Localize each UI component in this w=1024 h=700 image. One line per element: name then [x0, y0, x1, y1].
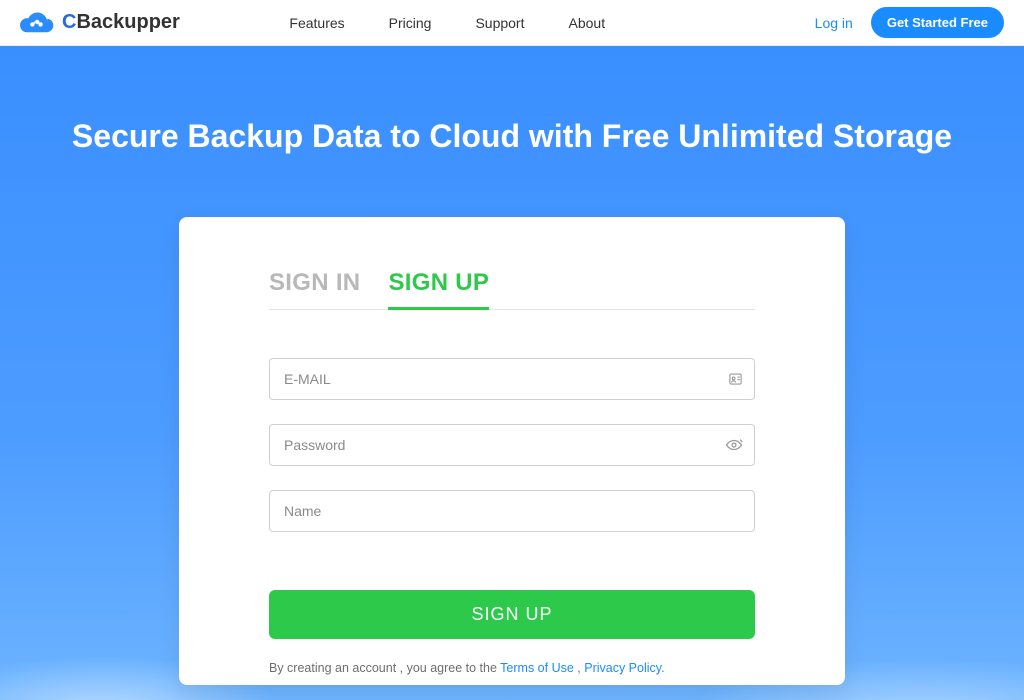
tab-signin[interactable]: SIGN IN: [269, 269, 360, 309]
auth-tabs: SIGN IN SIGN UP: [269, 269, 755, 310]
email-field-wrap: [269, 358, 755, 400]
name-field[interactable]: [269, 490, 755, 532]
contact-card-icon: [728, 372, 743, 387]
header-actions: Log in Get Started Free: [815, 7, 1004, 38]
terms-link[interactable]: Terms of Use: [500, 661, 574, 675]
nav-support[interactable]: Support: [475, 15, 524, 31]
tab-signup[interactable]: SIGN UP: [388, 269, 489, 309]
brand-name: CBackupper: [62, 11, 180, 34]
nav-pricing[interactable]: Pricing: [389, 15, 432, 31]
signup-button[interactable]: SIGN UP: [269, 590, 755, 639]
nav-about[interactable]: About: [569, 15, 606, 31]
main-nav: Features Pricing Support About: [289, 15, 605, 31]
eye-icon[interactable]: [725, 438, 743, 453]
name-field-wrap: [269, 490, 755, 532]
consent-sep: ,: [574, 661, 584, 675]
password-field[interactable]: [269, 424, 755, 466]
logo[interactable]: CBackupper: [20, 11, 180, 35]
login-link[interactable]: Log in: [815, 15, 853, 31]
privacy-link[interactable]: Privacy Policy: [584, 661, 661, 675]
get-started-button[interactable]: Get Started Free: [871, 7, 1004, 38]
header: CBackupper Features Pricing Support Abou…: [0, 0, 1024, 46]
hero-title: Secure Backup Data to Cloud with Free Un…: [0, 46, 1024, 155]
nav-features[interactable]: Features: [289, 15, 344, 31]
consent-text: By creating an account , you agree to th…: [269, 661, 755, 675]
auth-card: SIGN IN SIGN UP: [179, 217, 845, 685]
hero: Secure Backup Data to Cloud with Free Un…: [0, 46, 1024, 700]
consent-suffix: .: [661, 661, 664, 675]
consent-prefix: By creating an account , you agree to th…: [269, 661, 500, 675]
email-field[interactable]: [269, 358, 755, 400]
password-field-wrap: [269, 424, 755, 466]
cloud-icon: [20, 11, 54, 35]
